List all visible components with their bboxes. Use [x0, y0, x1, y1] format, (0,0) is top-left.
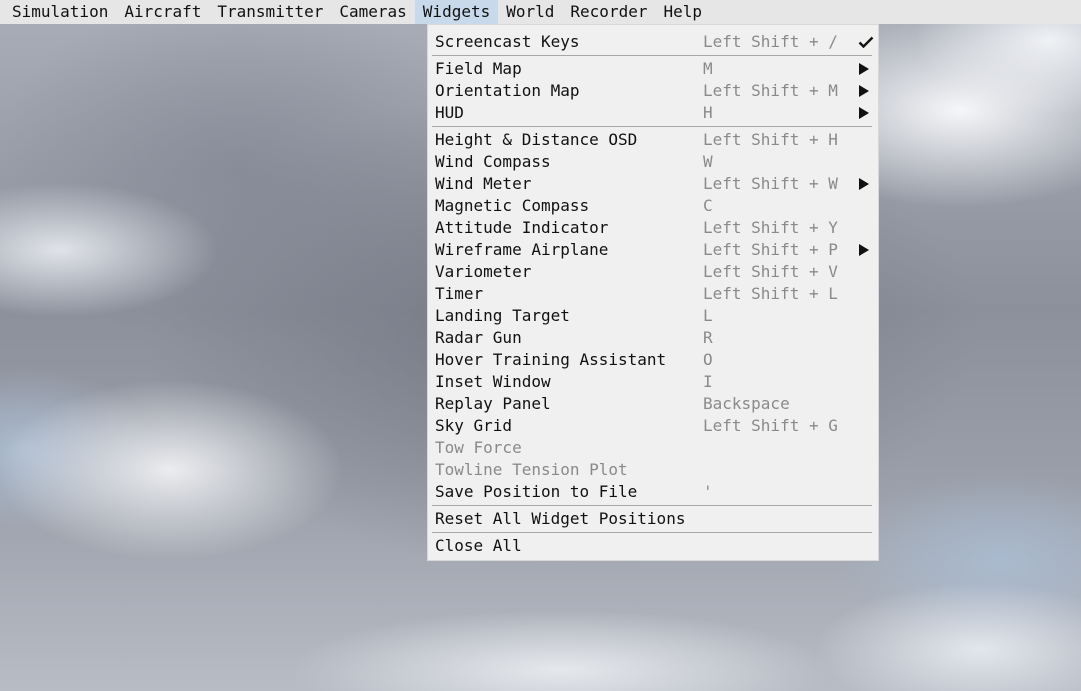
submenu-arrow-icon — [856, 80, 874, 102]
menu-item-label: Sky Grid — [435, 416, 513, 435]
menu-item-label: Attitude Indicator — [435, 218, 609, 237]
menu-item-reset-all-widget-positions[interactable]: Reset All Widget Positions — [428, 508, 878, 530]
menu-item-wireframe-airplane[interactable]: Wireframe Airplane Left Shift + P — [428, 239, 878, 261]
menu-item-save-position-to-file[interactable]: Save Position to File ' — [428, 481, 878, 503]
menu-item-label: Wind Compass — [435, 152, 551, 171]
menu-item-label: Field Map — [435, 59, 522, 78]
menu-recorder[interactable]: Recorder — [562, 0, 655, 24]
menu-item-radar-gun[interactable]: Radar Gun R — [428, 327, 878, 349]
menu-item-shortcut: Left Shift + M — [703, 81, 838, 100]
menu-item-label: Hover Training Assistant — [435, 350, 667, 369]
menu-item-shortcut: W — [703, 152, 713, 171]
menu-cameras[interactable]: Cameras — [331, 0, 414, 24]
menu-aircraft[interactable]: Aircraft — [116, 0, 209, 24]
menu-item-replay-panel[interactable]: Replay Panel Backspace — [428, 393, 878, 415]
menu-item-label: Magnetic Compass — [435, 196, 590, 215]
menu-item-shortcut: Left Shift + W — [703, 174, 838, 193]
submenu-arrow-icon — [856, 102, 874, 124]
menu-item-label: Inset Window — [435, 372, 551, 391]
menu-item-shortcut: C — [703, 196, 713, 215]
menu-item-label: Timer — [435, 284, 484, 303]
menu-item-label: Orientation Map — [435, 81, 580, 100]
menu-world[interactable]: World — [498, 0, 562, 24]
menu-item-label: Wind Meter — [435, 174, 532, 193]
menu-item-label: Height & Distance OSD — [435, 130, 638, 149]
menu-item-towline-tension-plot: Towline Tension Plot — [428, 459, 878, 481]
menu-item-screencast-keys[interactable]: Screencast Keys Left Shift + / — [428, 31, 878, 53]
menu-item-variometer[interactable]: Variometer Left Shift + V — [428, 261, 878, 283]
menu-item-shortcut: Left Shift + L — [703, 284, 838, 303]
menu-simulation[interactable]: Simulation — [0, 0, 116, 24]
menu-item-wind-compass[interactable]: Wind Compass W — [428, 151, 878, 173]
submenu-arrow-icon — [856, 173, 874, 195]
menu-item-label: HUD — [435, 103, 464, 122]
submenu-arrow-icon — [856, 239, 874, 261]
menu-item-landing-target[interactable]: Landing Target L — [428, 305, 878, 327]
menu-item-label: Landing Target — [435, 306, 570, 325]
menu-item-shortcut: Backspace — [703, 394, 790, 413]
menu-item-shortcut: R — [703, 328, 713, 347]
menu-item-shortcut: Left Shift + V — [703, 262, 838, 281]
menu-item-label: Save Position to File — [435, 482, 638, 501]
menu-item-shortcut: M — [703, 59, 713, 78]
menu-item-magnetic-compass[interactable]: Magnetic Compass C — [428, 195, 878, 217]
menu-item-sky-grid[interactable]: Sky Grid Left Shift + G — [428, 415, 878, 437]
menu-item-shortcut: I — [703, 372, 713, 391]
menu-item-label: Radar Gun — [435, 328, 522, 347]
menu-item-shortcut: Left Shift + H — [703, 130, 838, 149]
menu-item-label: Replay Panel — [435, 394, 551, 413]
sky-background: Simulation Aircraft Transmitter Cameras … — [0, 0, 1081, 691]
menu-item-orientation-map[interactable]: Orientation Map Left Shift + M — [428, 80, 878, 102]
menu-item-shortcut: O — [703, 350, 713, 369]
menu-item-label: Variometer — [435, 262, 532, 281]
checkmark-icon — [856, 31, 874, 53]
menu-item-label: Screencast Keys — [435, 32, 580, 51]
menu-item-inset-window[interactable]: Inset Window I — [428, 371, 878, 393]
menu-item-field-map[interactable]: Field Map M — [428, 58, 878, 80]
menu-bar: Simulation Aircraft Transmitter Cameras … — [0, 0, 1081, 24]
menu-item-hover-training-assistant[interactable]: Hover Training Assistant O — [428, 349, 878, 371]
menu-item-label: Towline Tension Plot — [435, 460, 628, 479]
menu-item-tow-force: Tow Force — [428, 437, 878, 459]
menu-help[interactable]: Help — [655, 0, 710, 24]
menu-widgets[interactable]: Widgets — [414, 0, 499, 24]
menu-item-shortcut: Left Shift + G — [703, 416, 838, 435]
menu-item-timer[interactable]: Timer Left Shift + L — [428, 283, 878, 305]
menu-transmitter[interactable]: Transmitter — [209, 0, 331, 24]
menu-item-label: Wireframe Airplane — [435, 240, 609, 259]
menu-item-wind-meter[interactable]: Wind Meter Left Shift + W — [428, 173, 878, 195]
menu-item-shortcut: ' — [703, 482, 713, 501]
menu-item-attitude-indicator[interactable]: Attitude Indicator Left Shift + Y — [428, 217, 878, 239]
menu-item-label: Tow Force — [435, 438, 522, 457]
menu-item-hud[interactable]: HUD H — [428, 102, 878, 124]
widgets-dropdown-menu: Screencast Keys Left Shift + / Field Map… — [427, 24, 879, 561]
menu-item-shortcut: H — [703, 103, 713, 122]
menu-item-shortcut: Left Shift + Y — [703, 218, 838, 237]
menu-item-shortcut: Left Shift + P — [703, 240, 838, 259]
submenu-arrow-icon — [856, 58, 874, 80]
menu-item-close-all[interactable]: Close All — [428, 535, 878, 557]
menu-item-label: Reset All Widget Positions — [435, 509, 686, 528]
menu-item-label: Close All — [435, 536, 522, 555]
menu-item-shortcut: L — [703, 306, 713, 325]
menu-item-shortcut: Left Shift + / — [703, 32, 838, 51]
menu-item-height-distance-osd[interactable]: Height & Distance OSD Left Shift + H — [428, 129, 878, 151]
